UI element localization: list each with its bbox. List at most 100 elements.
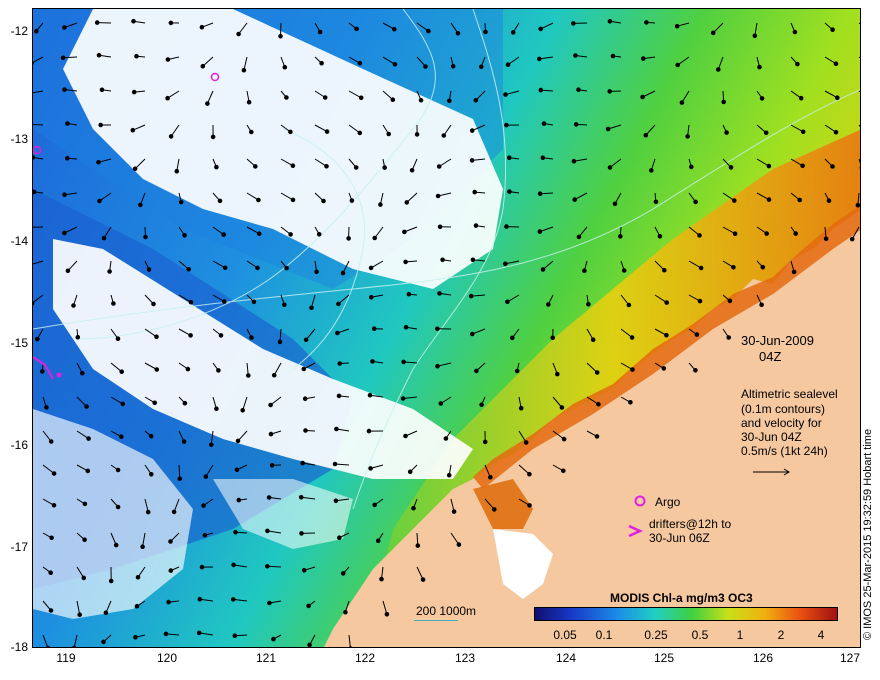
velocity-arrow-head <box>337 535 342 541</box>
velocity-arrow-head <box>65 268 71 274</box>
lon-label: 123 <box>454 651 476 665</box>
chlorophyll-map[interactable] <box>33 9 861 648</box>
velocity-arrow-head <box>766 197 772 202</box>
velocity-arrow-head <box>271 372 277 378</box>
velocity-arrow-head <box>407 469 413 475</box>
velocity-arrow-head <box>115 336 121 342</box>
velocity-arrow-head <box>727 298 733 304</box>
velocity-arrow-head <box>721 99 727 105</box>
velocity-arrow-head <box>571 158 577 164</box>
velocity-arrow-head <box>835 95 840 100</box>
velocity-arrow-head <box>152 400 157 406</box>
velocity-arrow-head <box>716 67 721 72</box>
velocity-arrow-head <box>505 62 511 68</box>
velocity-arrow-head <box>301 568 307 573</box>
velocity-arrow-head <box>246 99 252 105</box>
velocity-arrow-head <box>201 503 206 508</box>
lon-label: 119 <box>56 651 76 665</box>
velocity-arrow-head <box>199 24 205 30</box>
velocity-arrow-head <box>340 270 346 276</box>
velocity-arrow-head <box>537 229 543 234</box>
velocity-arrow-head <box>51 503 57 508</box>
velocity-arrow-head <box>108 578 114 584</box>
velocity-arrow-head <box>80 370 85 376</box>
velocity-arrow-head <box>278 34 283 39</box>
velocity-arrow-head <box>455 31 461 36</box>
velocity-arrow-head <box>644 20 649 25</box>
velocity-arrow-head <box>343 609 348 615</box>
velocity-arrow-head <box>316 232 322 237</box>
velocity-arrow-head <box>202 532 208 538</box>
velocity-arrow-head <box>474 368 479 374</box>
velocity-arrow-head <box>288 232 293 237</box>
velocity-arrow-head <box>145 509 151 515</box>
velocity-arrow-head <box>447 98 452 104</box>
velocity-arrow-head <box>111 301 116 306</box>
velocity-arrow-head <box>214 406 219 412</box>
lon-label: 124 <box>555 651 577 665</box>
velocity-arrow-head <box>317 29 323 35</box>
velocity-arrow-head <box>641 56 646 61</box>
velocity-arrow-head <box>178 199 184 205</box>
velocity-arrow-head <box>473 223 479 228</box>
velocity-arrow-head <box>605 126 611 132</box>
velocity-arrow-head <box>724 130 729 135</box>
velocity-arrow-head <box>255 265 260 271</box>
velocity-arrow-head <box>674 23 680 29</box>
velocity-arrow-head <box>349 198 355 203</box>
colorbar-tick: 0.25 <box>644 628 668 642</box>
velocity-arrow-head <box>324 164 329 169</box>
velocity-arrow-head <box>538 26 544 32</box>
velocity-arrow-head <box>151 301 156 307</box>
velocity-arrow-head <box>450 63 456 69</box>
velocity-arrow-head <box>45 645 51 647</box>
legend-line-4: 30-Jun 04Z <box>741 430 802 444</box>
velocity-arrow-head <box>368 466 373 471</box>
velocity-arrow-head <box>653 199 659 205</box>
velocity-arrow-head <box>573 122 579 127</box>
velocity-arrow-head <box>527 471 532 477</box>
velocity-arrow-head <box>166 599 171 605</box>
velocity-arrow-head <box>256 231 262 236</box>
colorbar-tick: 1 <box>736 628 744 642</box>
argo-marker[interactable] <box>56 372 62 378</box>
velocity-arrow-head <box>366 428 372 434</box>
velocity-arrow-head <box>571 21 576 26</box>
velocity-arrow-head <box>62 25 67 30</box>
velocity-arrow-head <box>85 468 91 474</box>
velocity-arrow-head <box>538 87 544 93</box>
velocity-arrow-head <box>48 608 54 613</box>
velocity-arrow-head <box>138 202 143 208</box>
velocity-arrow-head <box>103 610 109 616</box>
velocity-arrow-head <box>51 471 57 476</box>
velocity-arrow-head <box>510 30 516 35</box>
velocity-arrow-head <box>473 98 479 103</box>
velocity-arrow-head <box>392 26 397 32</box>
velocity-arrow-head <box>586 302 591 307</box>
velocity-arrow-head <box>353 165 359 170</box>
lon-label: 120 <box>156 651 178 665</box>
velocity-arrow-head <box>693 368 698 373</box>
velocity-arrow-head <box>731 265 736 270</box>
velocity-scale-arrow <box>753 463 791 476</box>
velocity-arrow-head <box>309 305 314 311</box>
velocity-arrow-head <box>384 612 390 617</box>
velocity-arrow-head <box>168 134 174 139</box>
velocity-arrow-head <box>131 89 137 95</box>
velocity-arrow-head <box>240 408 245 413</box>
velocity-arrow-head <box>435 193 441 199</box>
lon-label: 125 <box>653 651 675 665</box>
velocity-arrow-head <box>537 191 543 196</box>
velocity-arrow-head <box>277 339 283 345</box>
velocity-arrow-head <box>210 134 216 140</box>
credit-text: © IMOS 25-Mar-2015 19:32:59 Hobart time <box>862 428 874 640</box>
velocity-arrow-head <box>319 60 324 66</box>
velocity-arrow-head <box>230 597 236 602</box>
map-frame[interactable]: 30-Jun-2009 04Z Altimetric sealevel (0.1… <box>32 8 861 648</box>
velocity-arrow-head <box>757 64 762 70</box>
velocity-arrow-head <box>661 366 667 371</box>
velocity-arrow-head <box>200 63 206 69</box>
velocity-arrow-head <box>336 393 342 399</box>
velocity-arrow-head <box>441 133 447 138</box>
time-label: 04Z <box>759 349 782 364</box>
